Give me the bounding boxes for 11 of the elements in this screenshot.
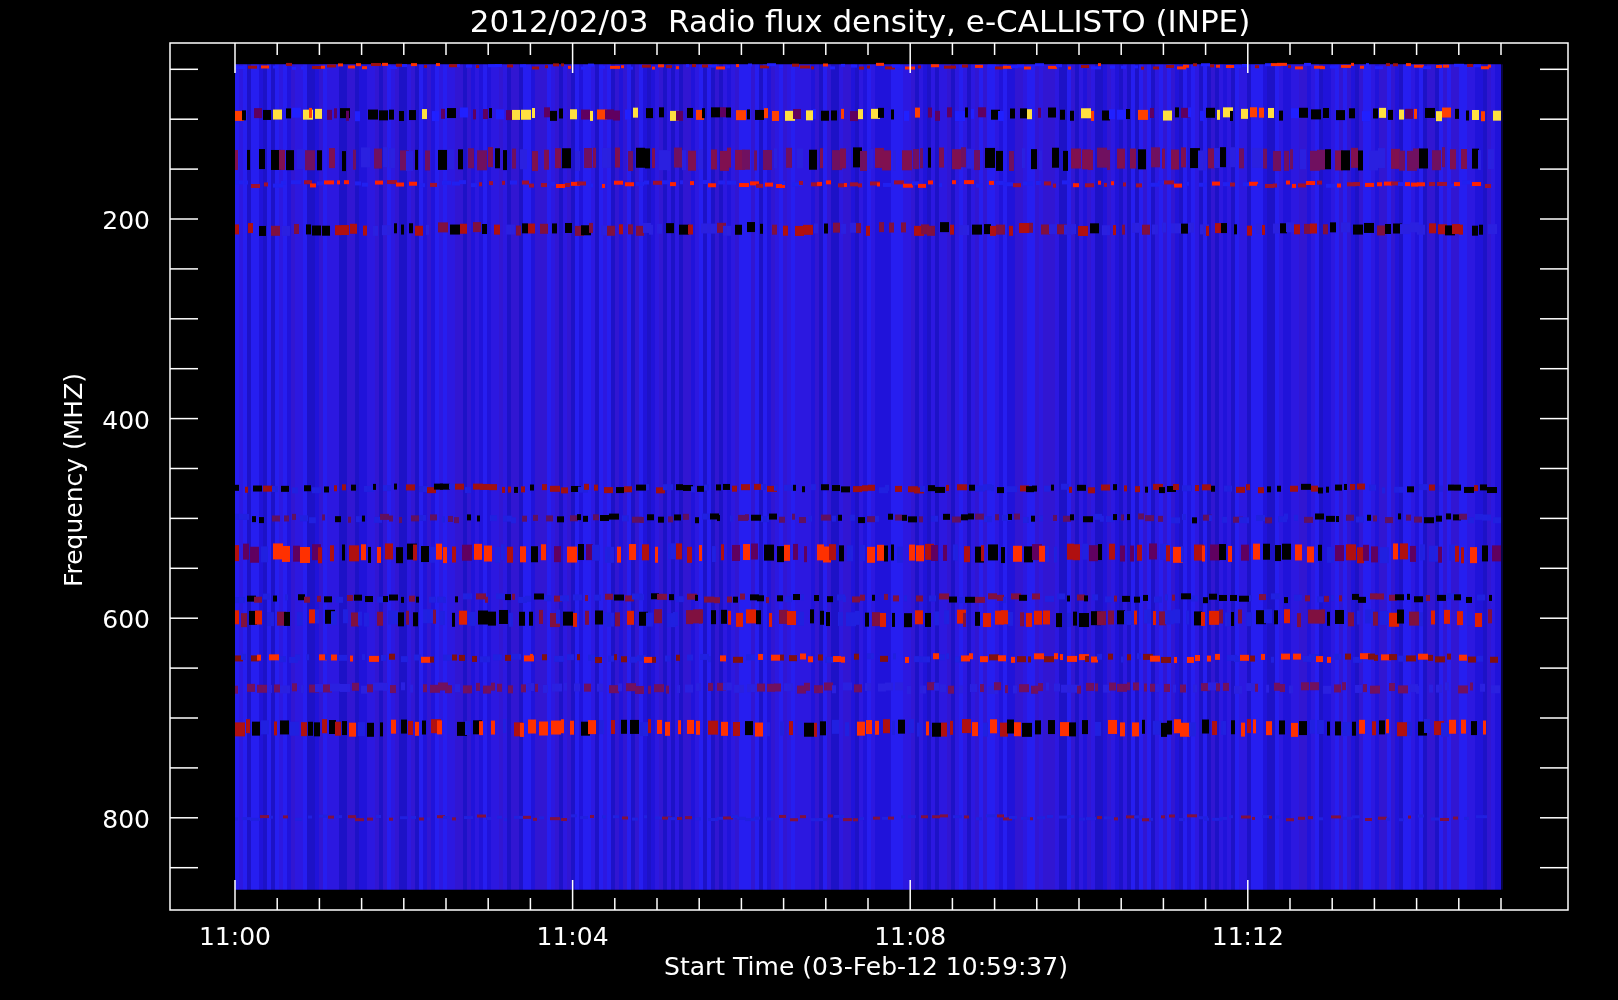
axis-title: Start Time (03-Feb-12 10:59:37) (664, 952, 1068, 981)
axis-tick-label: 11:08 (874, 922, 947, 951)
axis-tick-label: 11:04 (536, 922, 609, 951)
axis-tick-label: 400 (102, 405, 150, 435)
axis-tick-label: 11:00 (199, 922, 271, 951)
chart-title: 2012/02/03 Radio flux density, e-CALLISTO (INPE) (469, 3, 1251, 39)
axis-title: Frequency (MHZ) (59, 372, 88, 588)
axis-tick-label: 11:12 (1211, 922, 1284, 951)
axis-tick-label: 600 (102, 605, 150, 635)
axis-tick-label: 200 (102, 206, 150, 235)
axis-tick-label: 800 (102, 804, 150, 834)
